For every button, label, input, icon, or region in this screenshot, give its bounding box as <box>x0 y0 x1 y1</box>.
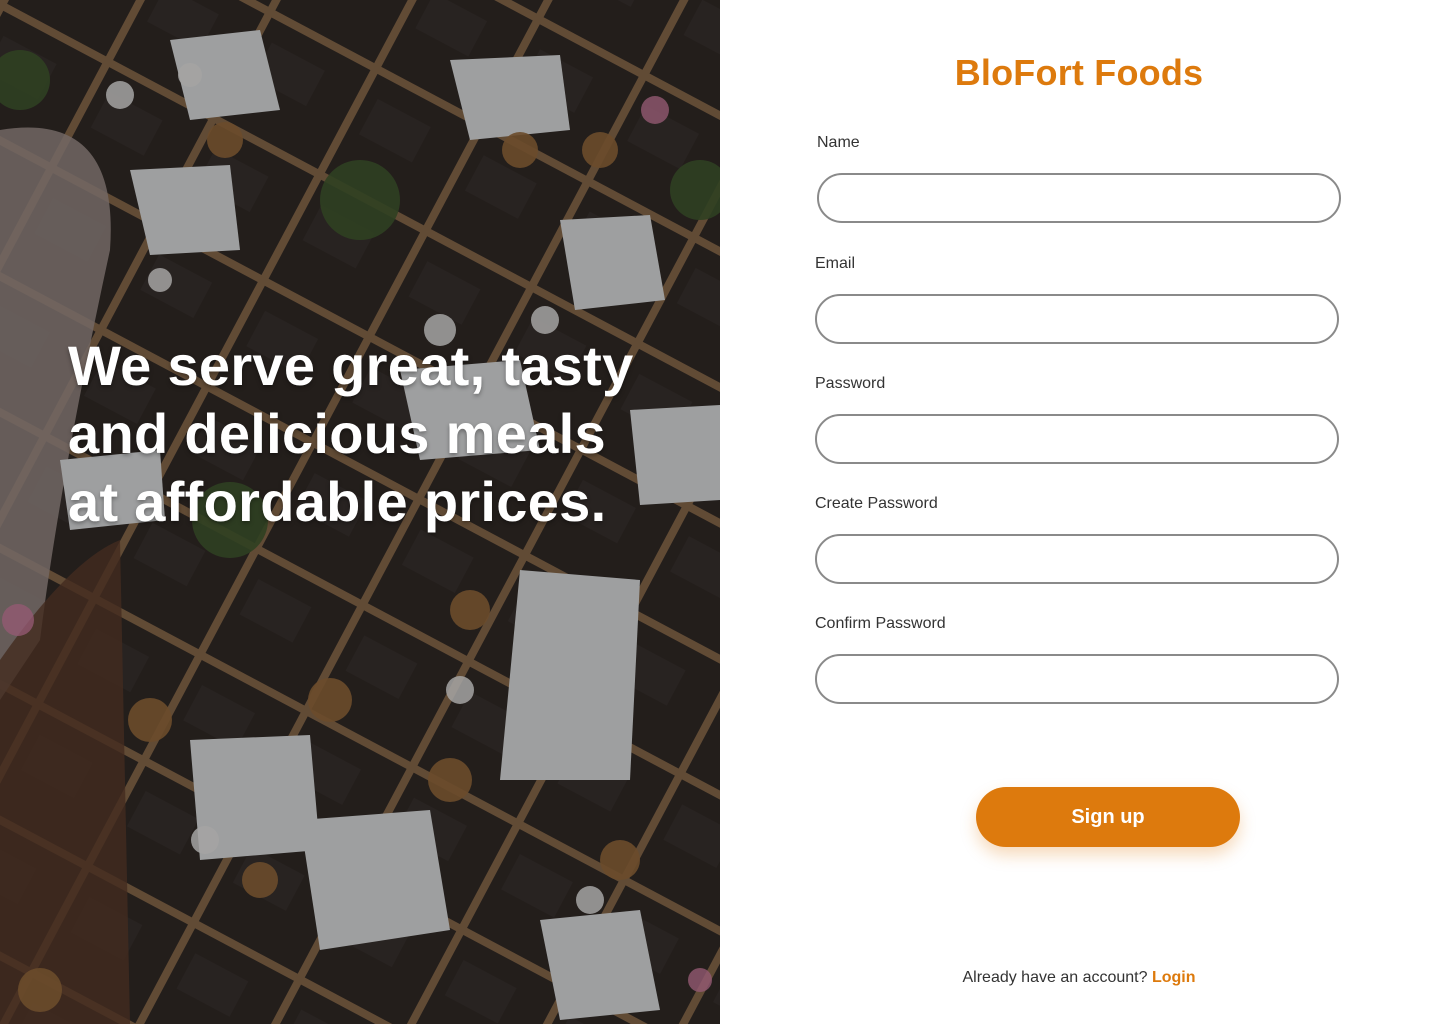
hero-tagline: We serve great, tasty and delicious meal… <box>68 334 634 533</box>
login-prompt: Already have an account? Login <box>720 969 1438 987</box>
password-label: Password <box>815 375 886 392</box>
signup-button[interactable]: Sign up <box>976 787 1240 847</box>
email-label: Email <box>815 255 856 272</box>
confirm-password-label: Confirm Password <box>815 615 946 632</box>
login-link[interactable]: Login <box>1152 969 1196 986</box>
signup-panel: BloFort Foods Name Email Password Create… <box>720 0 1440 1024</box>
password-field[interactable] <box>815 414 1339 464</box>
email-field[interactable] <box>815 294 1339 344</box>
name-field[interactable] <box>817 173 1341 223</box>
create-password-field[interactable] <box>815 534 1339 584</box>
name-label: Name <box>817 134 860 151</box>
confirm-password-field[interactable] <box>815 654 1339 704</box>
login-prompt-text: Already have an account? <box>962 969 1148 986</box>
brand-title: BloFort Foods <box>954 52 1204 93</box>
hero-panel: We serve great, tasty and delicious meal… <box>0 0 720 1024</box>
create-password-label: Create Password <box>815 495 938 512</box>
